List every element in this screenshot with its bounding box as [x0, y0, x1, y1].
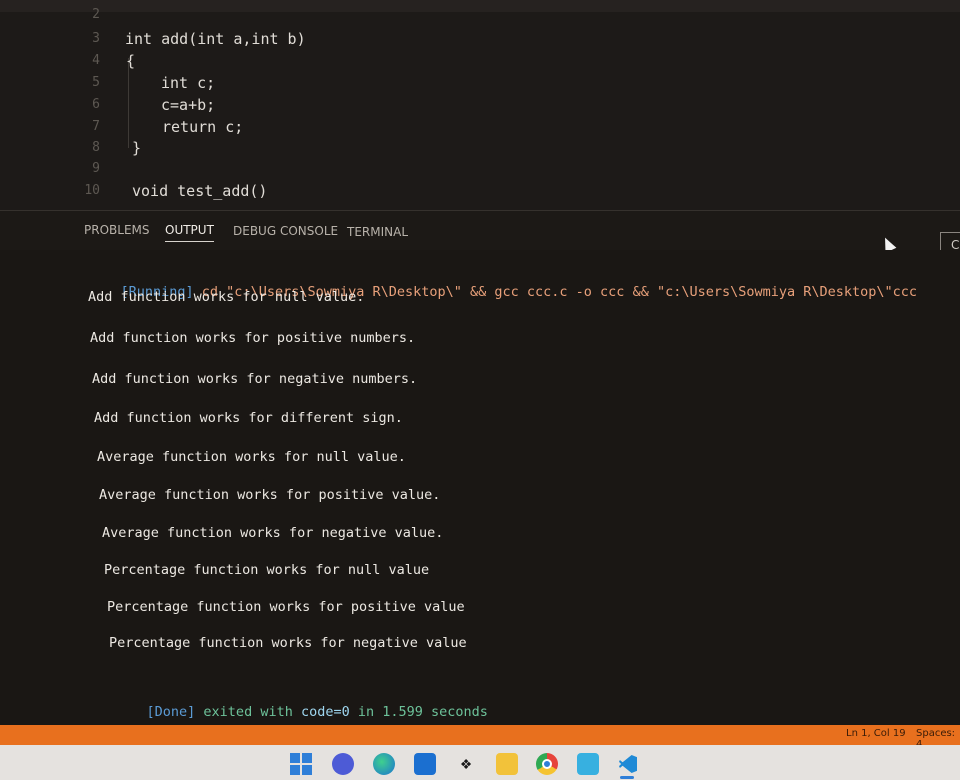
code-line[interactable]: 10 void test_add() — [0, 180, 960, 202]
output-line: Percentage function works for positive v… — [107, 599, 465, 615]
windows-taskbar: ❖ — [0, 745, 960, 780]
output-line: Average function works for null value. — [97, 449, 406, 465]
output-line: Average function works for positive valu… — [99, 487, 441, 503]
output-line: Add function works for negative numbers. — [92, 371, 418, 387]
code-text: int c; — [161, 74, 216, 92]
done-tag: [Done] — [146, 704, 196, 720]
chat-icon[interactable] — [332, 753, 354, 775]
vscode-icon[interactable] — [617, 753, 639, 775]
code-editor[interactable]: 2 3 int add(int a,int b) 4 { 5 int c; 6 … — [0, 0, 960, 210]
line-number: 2 — [92, 7, 100, 22]
line-number: 8 — [92, 140, 100, 155]
line-number: 3 — [92, 31, 100, 46]
code-line[interactable]: 9 — [0, 158, 960, 180]
active-app-indicator — [620, 776, 634, 779]
output-line: Percentage function works for null value — [104, 562, 430, 578]
cursor-position[interactable]: Ln 1, Col 19 — [846, 728, 906, 739]
code-line[interactable]: 2 — [0, 4, 960, 26]
tab-terminal[interactable]: TERMINAL — [347, 225, 408, 239]
output-panel[interactable]: [Running] cd "c:\Users\Sowmiya R\Desktop… — [0, 250, 960, 725]
line-number: 5 — [92, 75, 100, 90]
done-text: exited with — [195, 704, 301, 720]
output-line: Add function works for different sign. — [94, 410, 403, 426]
line-number: 6 — [92, 97, 100, 112]
paint-icon[interactable] — [577, 753, 599, 775]
code-line[interactable]: 8 } — [0, 137, 960, 159]
code-line[interactable]: 5 int c; — [0, 72, 960, 94]
code-line[interactable]: 4 { — [0, 50, 960, 72]
code-text: c=a+b; — [161, 96, 216, 114]
code-text: int add(int a,int b) — [125, 30, 306, 48]
output-line: Add function works for positive numbers. — [90, 330, 416, 346]
panel-tab-bar: PROBLEMS OUTPUT DEBUG CONSOLE TERMINAL — [0, 210, 960, 251]
line-number: 4 — [92, 53, 100, 68]
status-bar: Ln 1, Col 19 Spaces: 4 — [0, 725, 960, 750]
tab-output[interactable]: OUTPUT — [165, 223, 214, 242]
line-number: 9 — [92, 161, 100, 176]
code-text: void test_add() — [132, 182, 268, 200]
output-line: Average function works for negative valu… — [102, 525, 444, 541]
chrome-icon[interactable] — [536, 753, 558, 775]
tab-debug-console[interactable]: DEBUG CONSOLE — [233, 224, 338, 238]
windows-start-icon[interactable] — [290, 753, 312, 775]
code-line[interactable]: 3 int add(int a,int b) — [0, 28, 960, 50]
edge-icon[interactable] — [373, 753, 395, 775]
output-line: Percentage function works for negative v… — [109, 635, 467, 651]
code-text: { — [126, 52, 136, 70]
code-line[interactable]: 6 c=a+b; — [0, 94, 960, 116]
done-duration: in 1.599 seconds — [349, 704, 488, 720]
output-line: Add function works for null value. — [88, 289, 365, 305]
code-line[interactable]: 7 return c; — [0, 116, 960, 138]
code-text: return c; — [162, 118, 244, 136]
line-number: 7 — [92, 119, 100, 134]
tab-problems[interactable]: PROBLEMS — [84, 223, 150, 237]
done-exit-code: code=0 — [300, 704, 350, 720]
mail-icon[interactable] — [414, 753, 436, 775]
line-number: 10 — [84, 183, 100, 198]
dropbox-icon[interactable]: ❖ — [455, 753, 477, 775]
file-explorer-icon[interactable] — [496, 753, 518, 775]
code-text: } — [132, 139, 142, 157]
